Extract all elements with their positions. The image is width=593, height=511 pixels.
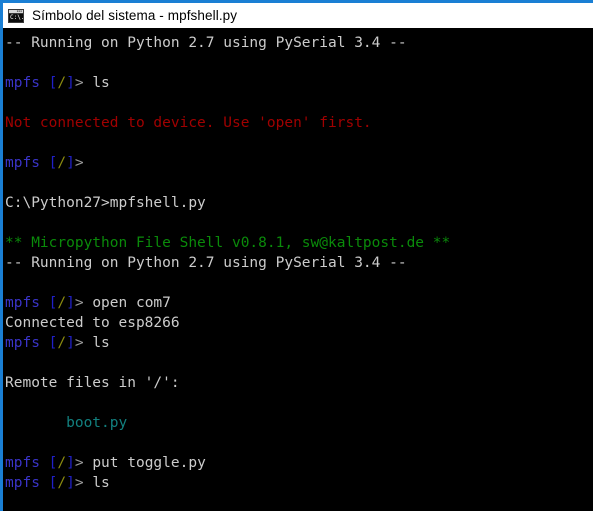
prompt-app-name: mpfs (5, 335, 40, 351)
prompt-caret: > (74, 455, 84, 471)
console-output-line: Remote files in '/': (5, 375, 180, 391)
prompt-caret: > (74, 75, 84, 91)
prompt-path: / (57, 295, 67, 311)
console-prompt-line: mpfs [/]> open com7 (5, 293, 593, 313)
console-command: ls (83, 75, 110, 91)
console-output-line: C:\Python27>mpfshell.py (5, 195, 206, 211)
prompt-caret: > (74, 475, 84, 491)
cmd-icon: ▪▪▪ C:\. (8, 8, 24, 23)
console-command: open com7 (83, 295, 171, 311)
prompt-bracket-close: ] (66, 475, 75, 491)
console-command: put toggle.py (83, 455, 206, 471)
console-output-line: -- Running on Python 2.7 using PySerial … (5, 35, 407, 51)
prompt-app-name: mpfs (5, 295, 40, 311)
prompt-bracket-close: ] (66, 155, 75, 171)
prompt-bracket-close: ] (66, 75, 75, 91)
prompt-app-name: mpfs (5, 455, 40, 471)
prompt-caret: > (74, 155, 84, 171)
console-output-line: -- Running on Python 2.7 using PySerial … (5, 255, 407, 271)
console-output-line: Connected to esp8266 (5, 315, 180, 331)
console-output[interactable]: -- Running on Python 2.7 using PySerial … (3, 28, 593, 511)
prompt-app-name: mpfs (5, 155, 40, 171)
console-command: ls (83, 335, 110, 351)
prompt-app-name: mpfs (5, 475, 40, 491)
prompt-path: / (57, 155, 67, 171)
console-prompt-line: mpfs [/]> ls (5, 473, 593, 493)
cmd-icon-screen: C:\. (9, 13, 23, 22)
console-output-line: ** Micropython File Shell v0.8.1, sw@kal… (5, 235, 451, 251)
prompt-caret: > (74, 335, 84, 351)
console-output-line: Not connected to device. Use 'open' firs… (5, 115, 372, 131)
prompt-bracket-close: ] (66, 455, 75, 471)
prompt-app-name: mpfs (5, 75, 40, 91)
prompt-path: / (57, 475, 67, 491)
console-output-line: boot.py (5, 415, 128, 431)
prompt-caret: > (74, 295, 84, 311)
prompt-bracket-close: ] (66, 295, 75, 311)
console-prompt-line: mpfs [/]> (5, 153, 593, 173)
title-bar[interactable]: ▪▪▪ C:\. Símbolo del sistema - mpfshell.… (3, 3, 593, 28)
prompt-bracket-close: ] (66, 335, 75, 351)
console-prompt-line: mpfs [/]> ls (5, 73, 593, 93)
console-prompt-line: mpfs [/]> put toggle.py (5, 453, 593, 473)
cmd-icon-dots: ▪▪▪ (16, 8, 22, 13)
prompt-path: / (57, 335, 67, 351)
console-command: ls (83, 475, 110, 491)
prompt-path: / (57, 75, 67, 91)
prompt-path: / (57, 455, 67, 471)
console-prompt-line: mpfs [/]> ls (5, 333, 593, 353)
command-prompt-window: ▪▪▪ C:\. Símbolo del sistema - mpfshell.… (0, 0, 593, 511)
window-title: Símbolo del sistema - mpfshell.py (32, 8, 238, 23)
